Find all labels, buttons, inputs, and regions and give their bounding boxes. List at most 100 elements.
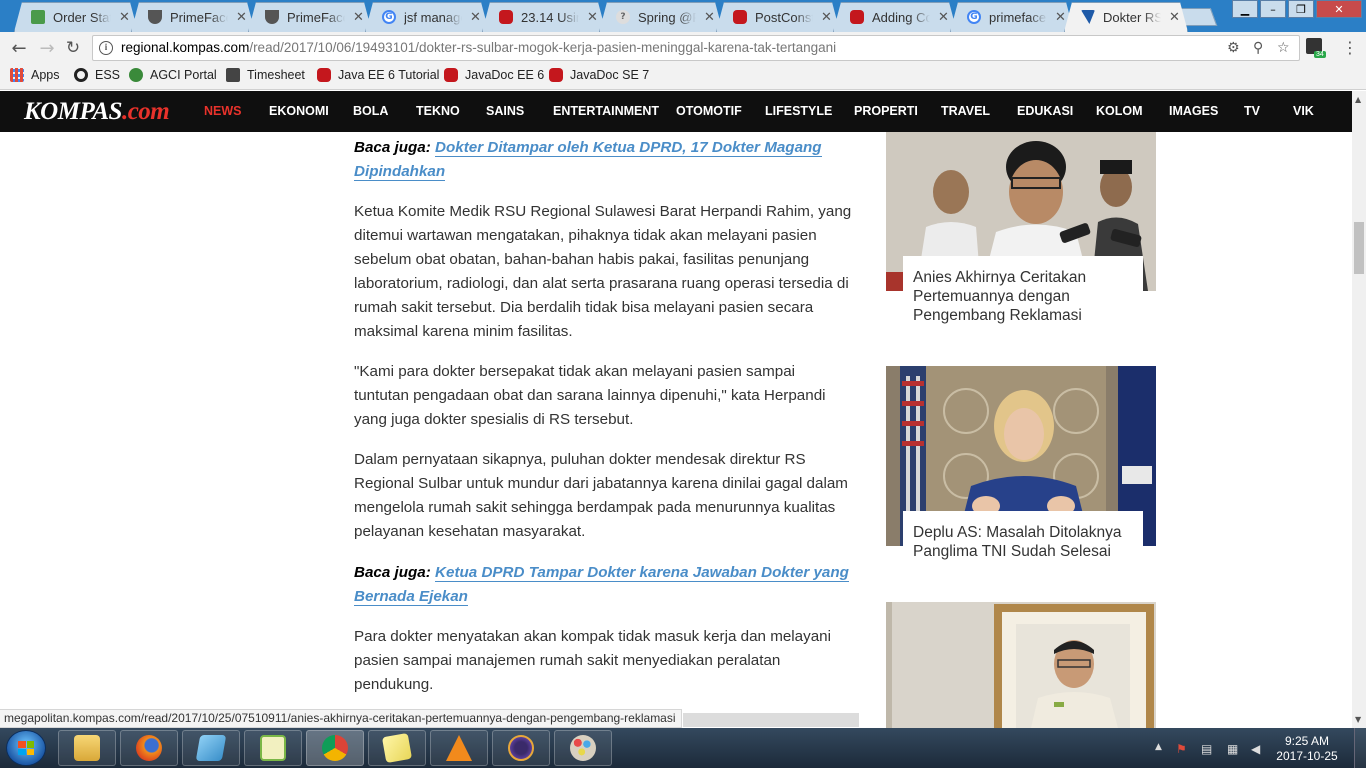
close-icon[interactable]: ✕ bbox=[470, 10, 481, 25]
taskbar-firefox[interactable] bbox=[120, 730, 178, 766]
system-clock[interactable]: 9:25 AM 2017-10-25 bbox=[1272, 734, 1342, 764]
cookie-blocked-icon[interactable]: ⚙ bbox=[1227, 40, 1240, 56]
taskbar-java-ee-ide[interactable] bbox=[492, 730, 550, 766]
article-paragraph: Para dokter menyatakan akan kompak tidak… bbox=[354, 628, 831, 693]
browser-tab-strip: Order Stat ✕ PrimeFace ✕ PrimeFace ✕ G j… bbox=[0, 0, 1366, 32]
oracle-icon bbox=[444, 68, 458, 82]
kompas-logo[interactable]: KOMPAS.com bbox=[24, 98, 170, 126]
tab-title: jsf manage bbox=[404, 10, 462, 25]
horizontal-scroll-track bbox=[683, 713, 859, 727]
taskbar-chrome[interactable] bbox=[306, 730, 364, 766]
info-icon[interactable]: i bbox=[99, 41, 113, 55]
nav-bola[interactable]: BOLA bbox=[353, 104, 388, 118]
minimize-button[interactable]: ▁ bbox=[1232, 0, 1258, 18]
bookmark-java-ee-6-tutorial[interactable]: Java EE 6 Tutorial bbox=[317, 68, 439, 82]
scroll-down-icon[interactable]: ▼ bbox=[1355, 715, 1361, 724]
nav-tekno[interactable]: TEKNO bbox=[416, 104, 460, 118]
browser-tab-active[interactable]: Dokter RS ✕ bbox=[1064, 2, 1188, 32]
close-icon[interactable]: ✕ bbox=[236, 10, 247, 25]
browser-tab[interactable]: G primeface ✕ bbox=[950, 2, 1074, 32]
reload-button[interactable]: ↻ bbox=[62, 37, 84, 59]
taskbar-sticky-notes[interactable] bbox=[368, 730, 426, 766]
user-button[interactable]: – bbox=[1260, 0, 1286, 18]
browser-tab[interactable]: PrimeFace ✕ bbox=[131, 2, 255, 32]
browser-tab[interactable]: G jsf manage ✕ bbox=[365, 2, 489, 32]
close-icon[interactable]: ✕ bbox=[119, 10, 130, 25]
close-icon[interactable]: ✕ bbox=[587, 10, 598, 25]
forward-button[interactable]: → bbox=[36, 37, 58, 59]
browser-tab[interactable]: PostConst ✕ bbox=[716, 2, 840, 32]
nav-edukasi[interactable]: EDUKASI bbox=[1017, 104, 1073, 118]
vlc-cone-icon bbox=[446, 735, 472, 761]
nav-news[interactable]: NEWS bbox=[204, 104, 242, 118]
back-button[interactable]: ← bbox=[8, 37, 30, 59]
taskbar-notepad-plus[interactable] bbox=[244, 730, 302, 766]
taskbar-vlc[interactable] bbox=[430, 730, 488, 766]
browser-tab[interactable]: Adding Co ✕ bbox=[833, 2, 957, 32]
nav-otomotif[interactable]: OTOMOTIF bbox=[676, 104, 742, 118]
news-thumbnail[interactable] bbox=[886, 602, 1156, 728]
nav-tv[interactable]: TV bbox=[1244, 104, 1260, 118]
bookmark-agci-portal[interactable]: AGCI Portal bbox=[129, 68, 217, 82]
nav-lifestyle[interactable]: LIFESTYLE bbox=[765, 104, 832, 118]
clock-time: 9:25 AM bbox=[1284, 734, 1330, 748]
address-bar[interactable]: i regional.kompas.com/read/2017/10/06/19… bbox=[92, 35, 1300, 61]
nav-kolom[interactable]: KOLOM bbox=[1096, 104, 1143, 118]
device-icon[interactable]: ▤ bbox=[1201, 742, 1212, 756]
show-hidden-icons[interactable]: ▲ bbox=[1155, 742, 1162, 752]
news-card-title[interactable]: Anies Akhirnya Ceritakan Pertemuannya de… bbox=[903, 256, 1143, 331]
browser-toolbar: ← → ↻ i regional.kompas.com/read/2017/10… bbox=[0, 32, 1366, 62]
extension-badge: 34 bbox=[1314, 51, 1326, 58]
close-icon[interactable]: ✕ bbox=[353, 10, 364, 25]
taskbar-explorer[interactable] bbox=[58, 730, 116, 766]
close-icon[interactable]: ✕ bbox=[821, 10, 832, 25]
close-window-button[interactable]: ✕ bbox=[1316, 0, 1362, 18]
nav-travel[interactable]: TRAVEL bbox=[941, 104, 990, 118]
tab-title: Dokter RS bbox=[1103, 10, 1161, 25]
taskbar-paint[interactable] bbox=[554, 730, 612, 766]
browser-tab[interactable]: 23.14 Usin ✕ bbox=[482, 2, 606, 32]
nav-images[interactable]: IMAGES bbox=[1169, 104, 1218, 118]
close-icon[interactable]: ✕ bbox=[1169, 10, 1180, 25]
close-icon[interactable]: ✕ bbox=[704, 10, 715, 25]
bookmark-apps[interactable]: Apps bbox=[10, 68, 60, 82]
nav-ekonomi[interactable]: EKONOMI bbox=[269, 104, 329, 118]
paint-icon bbox=[570, 735, 596, 761]
read-also-label: Baca juga: bbox=[354, 564, 431, 581]
show-desktop-button[interactable] bbox=[1354, 728, 1366, 768]
scrollbar-thumb[interactable] bbox=[1354, 222, 1364, 274]
page-scrollbar[interactable]: ▲ ▼ bbox=[1352, 91, 1366, 728]
bookmark-star-icon[interactable]: ☆ bbox=[1277, 40, 1290, 56]
nav-entertainment[interactable]: ENTERTAINMENT bbox=[553, 104, 659, 118]
sticky-notes-icon bbox=[381, 732, 413, 764]
tab-title: primeface bbox=[989, 10, 1047, 25]
nav-vik[interactable]: VIK bbox=[1293, 104, 1314, 118]
shield-icon bbox=[265, 10, 279, 24]
notepad-plus-icon bbox=[260, 735, 286, 761]
browser-tab[interactable]: Order Stat ✕ bbox=[14, 2, 138, 32]
nav-properti[interactable]: PROPERTI bbox=[854, 104, 918, 118]
url-text[interactable]: regional.kompas.com/read/2017/10/06/1949… bbox=[121, 40, 836, 55]
menu-icon[interactable]: ⋮ bbox=[1342, 38, 1358, 57]
browser-tab[interactable]: PrimeFace ✕ bbox=[248, 2, 372, 32]
chrome-icon bbox=[322, 735, 348, 761]
news-card-title[interactable]: Deplu AS: Masalah Ditolaknya Panglima TN… bbox=[903, 511, 1143, 567]
network-icon[interactable]: ▦ bbox=[1227, 742, 1238, 756]
volume-icon[interactable]: ◀ bbox=[1251, 742, 1260, 756]
taskbar-notepad[interactable] bbox=[182, 730, 240, 766]
action-center-icon[interactable]: ⚑ bbox=[1176, 742, 1187, 756]
start-button[interactable] bbox=[6, 730, 46, 766]
bookmark-javadoc-ee-6[interactable]: JavaDoc EE 6 bbox=[444, 68, 544, 82]
bookmark-timesheet[interactable]: Timesheet bbox=[226, 68, 305, 82]
bookmark-label: ESS bbox=[95, 68, 121, 82]
scroll-up-icon[interactable]: ▲ bbox=[1355, 95, 1361, 104]
bookmark-ess[interactable]: ESS bbox=[74, 68, 120, 82]
ess-icon bbox=[74, 68, 88, 82]
close-icon[interactable]: ✕ bbox=[1055, 10, 1066, 25]
nav-sains[interactable]: SAINS bbox=[486, 104, 524, 118]
browser-tab[interactable]: ? Spring @P ✕ bbox=[599, 2, 723, 32]
close-icon[interactable]: ✕ bbox=[938, 10, 949, 25]
maximize-button[interactable]: ❐ bbox=[1288, 0, 1314, 18]
zoom-icon[interactable]: ⚲ bbox=[1253, 40, 1263, 56]
bookmark-javadoc-se-7[interactable]: JavaDoc SE 7 bbox=[549, 68, 649, 82]
